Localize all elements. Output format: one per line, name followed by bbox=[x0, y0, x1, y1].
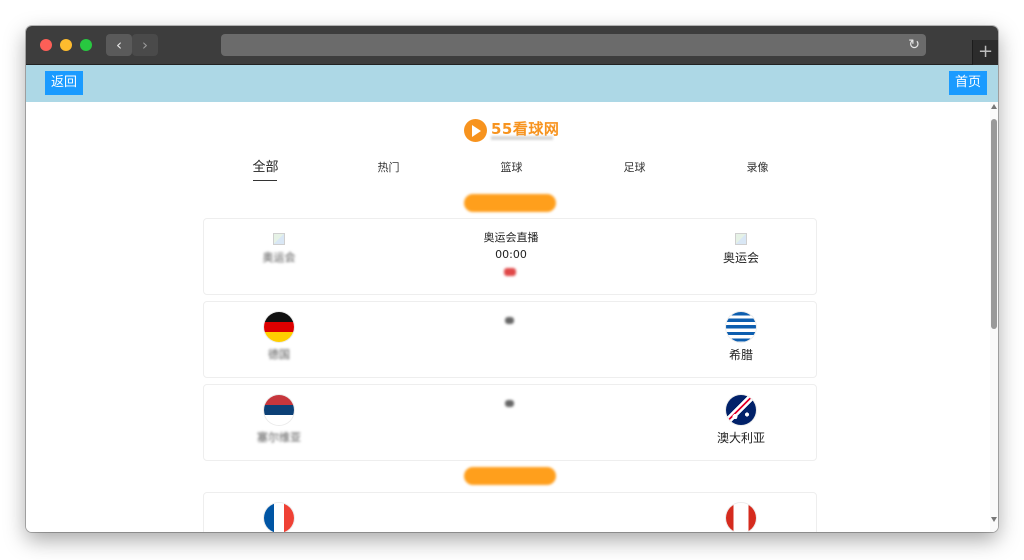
chevron-right-icon[interactable]: › bbox=[132, 34, 158, 56]
home-team: 德国 bbox=[224, 312, 334, 363]
match-status bbox=[436, 396, 586, 412]
canada-flag-icon bbox=[726, 503, 756, 532]
minimize-window-button[interactable] bbox=[60, 39, 72, 51]
tab-football[interactable]: 足球 bbox=[573, 159, 696, 177]
home-team-name: 德国 bbox=[268, 348, 290, 361]
logo-subtitle bbox=[491, 136, 553, 140]
tab-basketball[interactable]: 篮球 bbox=[450, 159, 573, 177]
match-card[interactable] bbox=[203, 492, 817, 532]
address-bar[interactable]: ↻ bbox=[221, 34, 926, 56]
away-team: 希腊 bbox=[686, 312, 796, 363]
match-status bbox=[436, 264, 586, 280]
away-team bbox=[686, 503, 796, 532]
back-button[interactable]: 返回 bbox=[45, 71, 84, 95]
broken-image-icon bbox=[273, 233, 285, 245]
date-pill bbox=[464, 194, 556, 212]
match-card[interactable]: 德国 希腊 bbox=[203, 301, 817, 378]
maximize-window-button[interactable] bbox=[80, 39, 92, 51]
broken-image-icon bbox=[735, 233, 747, 245]
match-info bbox=[436, 396, 586, 412]
away-team: 奥运会 bbox=[686, 229, 796, 266]
tab-all[interactable]: 全部 bbox=[204, 159, 327, 177]
germany-flag-icon bbox=[264, 312, 294, 342]
serbia-flag-icon bbox=[264, 395, 294, 425]
scroll-down-icon[interactable] bbox=[991, 517, 997, 522]
tab-replay[interactable]: 录像 bbox=[696, 159, 819, 177]
browser-window: ‹ › ↻ + 返回 首页 55看球网 全部 热门 篮球 足球 录像 奥运会 奥… bbox=[26, 26, 998, 532]
live-icon bbox=[503, 267, 516, 276]
home-button[interactable]: 首页 bbox=[948, 71, 987, 95]
home-team: 奥运会 bbox=[224, 229, 334, 266]
away-team-name: 希腊 bbox=[728, 348, 753, 362]
match-info bbox=[436, 313, 586, 329]
match-info: 奥运会直播 00:00 bbox=[436, 230, 586, 280]
home-team bbox=[224, 503, 334, 532]
site-top-bar: 返回 首页 bbox=[26, 65, 998, 102]
category-tabs: 全部 热门 篮球 足球 录像 bbox=[204, 159, 820, 185]
scrollbar-thumb[interactable] bbox=[991, 119, 997, 329]
away-team: 澳大利亚 bbox=[686, 395, 796, 446]
home-team-name: 奥运会 bbox=[262, 251, 296, 264]
match-status bbox=[436, 313, 586, 329]
site-logo[interactable]: 55看球网 bbox=[464, 118, 560, 144]
close-window-button[interactable] bbox=[40, 39, 52, 51]
new-tab-button[interactable]: + bbox=[972, 40, 998, 65]
match-event: 奥运会直播 bbox=[483, 231, 539, 244]
page-viewport: 返回 首页 55看球网 全部 热门 篮球 足球 录像 奥运会 奥运会直播 00:… bbox=[26, 65, 998, 532]
tab-hot[interactable]: 热门 bbox=[327, 159, 450, 177]
chevron-left-icon[interactable]: ‹ bbox=[106, 34, 132, 56]
reload-icon[interactable]: ↻ bbox=[908, 36, 920, 54]
australia-flag-icon bbox=[726, 395, 756, 425]
browser-titlebar: ‹ › ↻ + bbox=[26, 26, 998, 65]
away-team-name: 奥运会 bbox=[722, 251, 759, 265]
greece-flag-icon bbox=[726, 312, 756, 342]
scroll-up-icon[interactable] bbox=[991, 104, 997, 109]
active-tab-underline bbox=[253, 180, 277, 181]
page-scrollbar[interactable] bbox=[990, 102, 998, 532]
away-team-name: 澳大利亚 bbox=[716, 431, 765, 445]
match-time: 00:00 bbox=[495, 248, 527, 261]
play-icon bbox=[464, 119, 487, 142]
video-icon bbox=[505, 317, 514, 324]
france-flag-icon bbox=[264, 503, 294, 532]
match-card[interactable]: 奥运会 奥运会直播 00:00 奥运会 bbox=[203, 218, 817, 295]
video-icon bbox=[505, 400, 514, 407]
date-pill bbox=[464, 467, 556, 485]
home-team-name: 塞尔维亚 bbox=[257, 431, 301, 444]
home-team: 塞尔维亚 bbox=[224, 395, 334, 446]
match-card[interactable]: 塞尔维亚 澳大利亚 bbox=[203, 384, 817, 461]
